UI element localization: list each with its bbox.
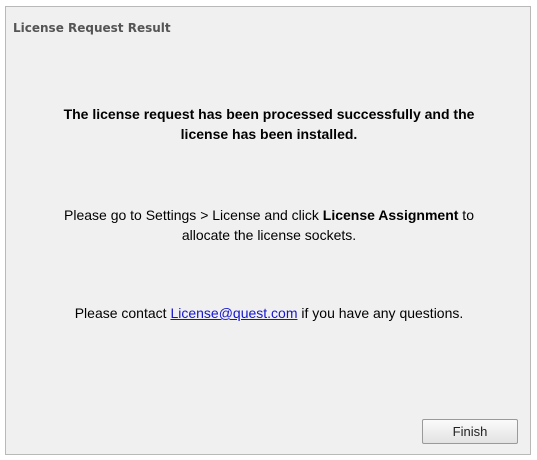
instruction-message: Please go to Settings > License and clic… — [6, 205, 532, 245]
license-result-dialog: License Request Result The license reque… — [5, 6, 531, 455]
dialog-title: License Request Result — [13, 21, 171, 35]
contact-text-post: if you have any questions. — [297, 305, 464, 321]
success-message-line-1: The license request has been processed s… — [63, 106, 475, 122]
finish-button[interactable]: Finish — [422, 419, 518, 444]
contact-email-link[interactable]: License@quest.com — [170, 305, 297, 321]
contact-message: Please contact License@quest.com if you … — [6, 303, 532, 323]
success-message-line-2: license has been installed. — [180, 126, 358, 142]
instruction-line-1: Please go to Settings > License and clic… — [6, 205, 532, 225]
contact-text-pre: Please contact — [74, 305, 171, 321]
instruction-text-pre: Please go to Settings > License and clic… — [64, 207, 323, 223]
instruction-text-post: to — [458, 207, 474, 223]
license-assignment-label: License Assignment — [322, 207, 459, 223]
success-message: The license request has been processed s… — [6, 104, 532, 144]
instruction-line-2: allocate the license sockets. — [181, 227, 357, 243]
